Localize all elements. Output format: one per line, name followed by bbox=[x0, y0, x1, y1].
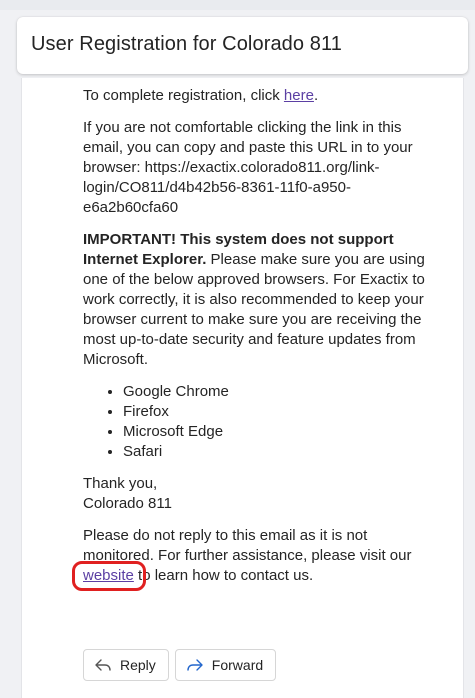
email-content: To complete registration, click here. If… bbox=[72, 86, 433, 598]
list-item: Safari bbox=[123, 442, 433, 462]
list-item: Microsoft Edge bbox=[123, 422, 433, 442]
registration-period: . bbox=[313, 87, 319, 104]
registration-text: To complete registration, click bbox=[83, 87, 284, 104]
registration-link[interactable]: here bbox=[284, 87, 314, 104]
browser-list: Google Chrome Firefox Microsoft Edge Saf… bbox=[83, 382, 433, 462]
highlight-annotation bbox=[72, 561, 146, 591]
email-subject: User Registration for Colorado 811 bbox=[31, 33, 342, 55]
subject-header: User Registration for Colorado 811 bbox=[17, 17, 468, 74]
forward-label: Forward bbox=[211, 657, 264, 673]
registration-paragraph: To complete registration, click here. bbox=[83, 86, 433, 106]
action-bar: Reply Forward bbox=[83, 649, 277, 681]
footer-text: Please do not reply to this email as it … bbox=[83, 527, 412, 564]
top-strip bbox=[0, 0, 475, 10]
signoff: Thank you, bbox=[83, 475, 158, 492]
list-item: Firefox bbox=[123, 402, 433, 422]
footer-paragraph: Please do not reply to this email as it … bbox=[72, 526, 433, 591]
list-item: Google Chrome bbox=[123, 382, 433, 402]
url-paragraph: If you are not comfortable clicking the … bbox=[83, 119, 413, 216]
reply-label: Reply bbox=[120, 657, 156, 673]
footer-text-end: to learn how to contact us. bbox=[133, 567, 314, 584]
forward-button[interactable]: Forward bbox=[174, 649, 277, 681]
browser-requirements-text: Please make sure you are using one of th… bbox=[83, 251, 425, 368]
signature: Thank you, Colorado 811 bbox=[83, 474, 433, 514]
reply-button[interactable]: Reply bbox=[83, 649, 169, 681]
reply-icon bbox=[94, 657, 112, 673]
website-link-wrap: website bbox=[72, 561, 146, 591]
forward-icon bbox=[186, 657, 204, 673]
email-body: To complete registration, click here. If… bbox=[21, 78, 464, 698]
important-paragraph: IMPORTANT! This system does not support … bbox=[83, 230, 433, 370]
signature-name: Colorado 811 bbox=[83, 495, 172, 512]
